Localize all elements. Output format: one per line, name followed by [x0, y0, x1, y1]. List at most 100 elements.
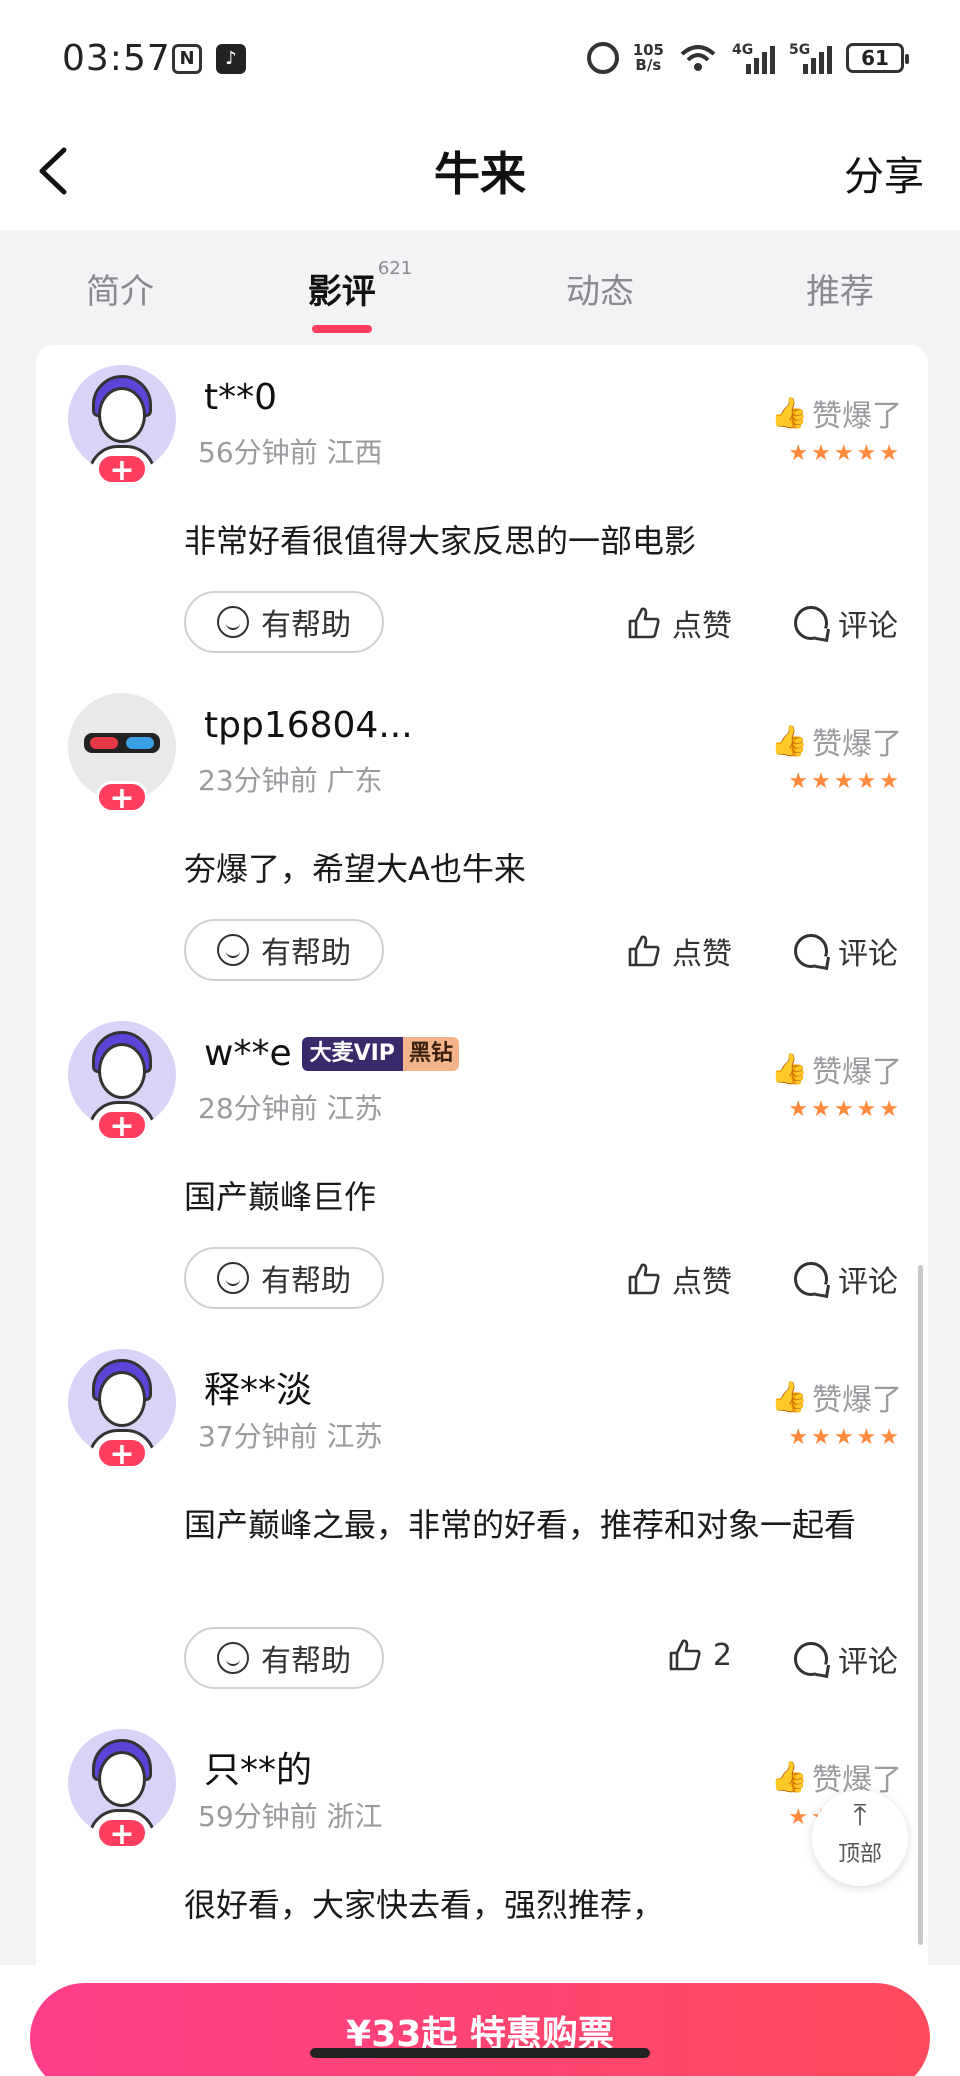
reviewer-name[interactable]: tpp16804...: [204, 705, 413, 746]
tab-reviews[interactable]: 影评621: [240, 230, 480, 345]
helpful-button[interactable]: 有帮助: [184, 919, 384, 981]
comment-button[interactable]: 评论: [794, 929, 898, 973]
speed-unit: B/s: [635, 56, 662, 74]
review-item: + t**0 56分钟前 江西 👍 赞爆了 ★★★★★ 非常好看很值得大家反思的一…: [36, 345, 928, 673]
comment-label: 评论: [838, 609, 898, 644]
tab-reviews-label: 影评: [307, 272, 376, 312]
review-rating: 👍赞爆了 ★★★★★: [770, 1375, 902, 1451]
helpful-button[interactable]: 有帮助: [184, 1627, 384, 1689]
review-meta: 28分钟前 江苏: [198, 1087, 383, 1127]
thumbs-up-icon: 👍: [770, 1379, 808, 1415]
like-button[interactable]: 点赞: [626, 1257, 732, 1301]
tab-bar: 简介 影评621 动态 推荐: [0, 230, 960, 345]
review-time: 28分钟前: [198, 1092, 318, 1125]
thumbs-up-icon: 👍: [770, 723, 808, 759]
reviewer-name[interactable]: 释**淡: [204, 1361, 312, 1413]
helpful-label: 有帮助: [261, 1264, 351, 1299]
battery-icon: 61: [846, 43, 909, 73]
page-title: 牛来: [434, 147, 526, 201]
like-button[interactable]: 点赞: [626, 601, 732, 645]
rating-verdict: 赞爆了: [812, 1055, 902, 1090]
follow-button[interactable]: +: [96, 781, 148, 814]
reviewer-name[interactable]: 只**的: [204, 1741, 312, 1793]
review-time: 23分钟前: [198, 764, 318, 797]
follow-button[interactable]: +: [96, 1817, 148, 1850]
comment-label: 评论: [838, 937, 898, 972]
reviewer-name-text: 只**的: [204, 1750, 313, 1791]
reviewer-name[interactable]: w**e 大麦VIP 黑钻: [204, 1033, 459, 1074]
signal-4g-icon: 4G: [732, 42, 775, 74]
comment-icon: [794, 1262, 828, 1296]
like-icon: [626, 605, 662, 641]
follow-button[interactable]: +: [96, 1437, 148, 1470]
review-region: 江苏: [326, 1420, 383, 1453]
review-actions: 有帮助 2 评论: [184, 1627, 898, 1689]
follow-button[interactable]: +: [96, 1109, 148, 1142]
signal-5g-icon: 5G: [789, 42, 832, 74]
comment-button[interactable]: 评论: [794, 601, 898, 645]
status-bar: 03:57 N ♪ 105 B/s 4G 5G 61: [0, 0, 960, 110]
smile-icon: [217, 934, 249, 966]
rating-verdict: 赞爆了: [812, 1383, 902, 1418]
back-to-top-label: 顶部: [837, 1842, 882, 1867]
review-actions: 有帮助 点赞 评论: [184, 1247, 898, 1309]
review-rating: 👍赞爆了 ★★★★★: [770, 1047, 902, 1123]
comment-icon: [794, 606, 828, 640]
rating-verdict: 赞爆了: [812, 399, 902, 434]
helpful-label: 有帮助: [261, 1644, 351, 1679]
helpful-label: 有帮助: [261, 936, 351, 971]
review-time: 56分钟前: [198, 436, 318, 469]
follow-button[interactable]: +: [96, 453, 148, 486]
vip-badge: 大麦VIP 黑钻: [301, 1036, 459, 1071]
home-indicator[interactable]: [310, 2048, 650, 2058]
comment-button[interactable]: 评论: [794, 1637, 898, 1681]
star-rating: ★★★★★: [788, 441, 902, 466]
review-region: 江西: [326, 436, 383, 469]
like-button[interactable]: 点赞: [626, 929, 732, 973]
review-text: 国产巅峰之最，非常的好看，推荐和对象一起看: [184, 1506, 857, 1544]
share-button[interactable]: 分享: [844, 144, 924, 202]
review-region: 浙江: [326, 1800, 383, 1833]
helpful-button[interactable]: 有帮助: [184, 591, 384, 653]
tab-updates[interactable]: 动态: [480, 230, 720, 345]
review-region: 江苏: [326, 1092, 383, 1125]
scrollbar[interactable]: [918, 1265, 923, 1945]
like-label: 点赞: [672, 937, 732, 972]
thumbs-up-icon: 👍: [770, 1759, 808, 1795]
tab-recommend[interactable]: 推荐: [720, 230, 960, 345]
wifi-icon: [678, 42, 718, 74]
review-rating: 👍赞爆了 ★★★★★: [770, 391, 902, 467]
review-list[interactable]: + t**0 56分钟前 江西 👍 赞爆了 ★★★★★ 非常好看很值得大家反思的一…: [36, 345, 928, 1965]
thumbs-up-icon: 👍: [770, 1051, 808, 1087]
alarm-icon: [586, 42, 619, 74]
star-rating: ★★★★★: [788, 1425, 902, 1450]
back-to-top-button[interactable]: ⤒ 顶部: [812, 1790, 908, 1886]
star-rating: ★★★★★: [788, 1097, 902, 1122]
reviewer-name[interactable]: t**0: [204, 377, 277, 418]
signal-5g-label: 5G: [789, 42, 811, 58]
review-meta: 59分钟前 浙江: [198, 1795, 383, 1835]
comment-button[interactable]: 评论: [794, 1257, 898, 1301]
tab-active-indicator: [312, 325, 372, 333]
review-actions: 有帮助 点赞 评论: [184, 919, 898, 981]
tab-intro[interactable]: 简介: [0, 230, 240, 345]
tab-intro-label: 简介: [86, 272, 154, 312]
buy-ticket-button[interactable]: ¥33起 特惠购票: [30, 1983, 930, 2076]
reviewer-name-text: t**0: [204, 377, 278, 418]
like-label: 点赞: [672, 1265, 732, 1300]
reviewer-name-text: w**e: [204, 1033, 292, 1074]
arrow-up-icon: ⤒: [853, 1798, 867, 1833]
like-icon: [626, 933, 662, 969]
review-region: 广东: [326, 764, 383, 797]
vip-badge-label: 大麦VIP: [301, 1036, 403, 1071]
comment-label: 评论: [838, 1645, 898, 1680]
smile-icon: [217, 1262, 249, 1294]
like-button[interactable]: 2: [667, 1637, 732, 1673]
like-icon: [667, 1637, 703, 1673]
smile-icon: [217, 1642, 249, 1674]
helpful-button[interactable]: 有帮助: [184, 1247, 384, 1309]
reviewer-name-text: 释**淡: [204, 1370, 313, 1411]
review-item: + 只**的 59分钟前 浙江 👍赞爆了 ★★★★★ 很好看，大家快去看，强烈推…: [36, 1709, 928, 1965]
smile-icon: [217, 606, 249, 638]
thumbs-up-icon: 👍: [770, 395, 808, 431]
